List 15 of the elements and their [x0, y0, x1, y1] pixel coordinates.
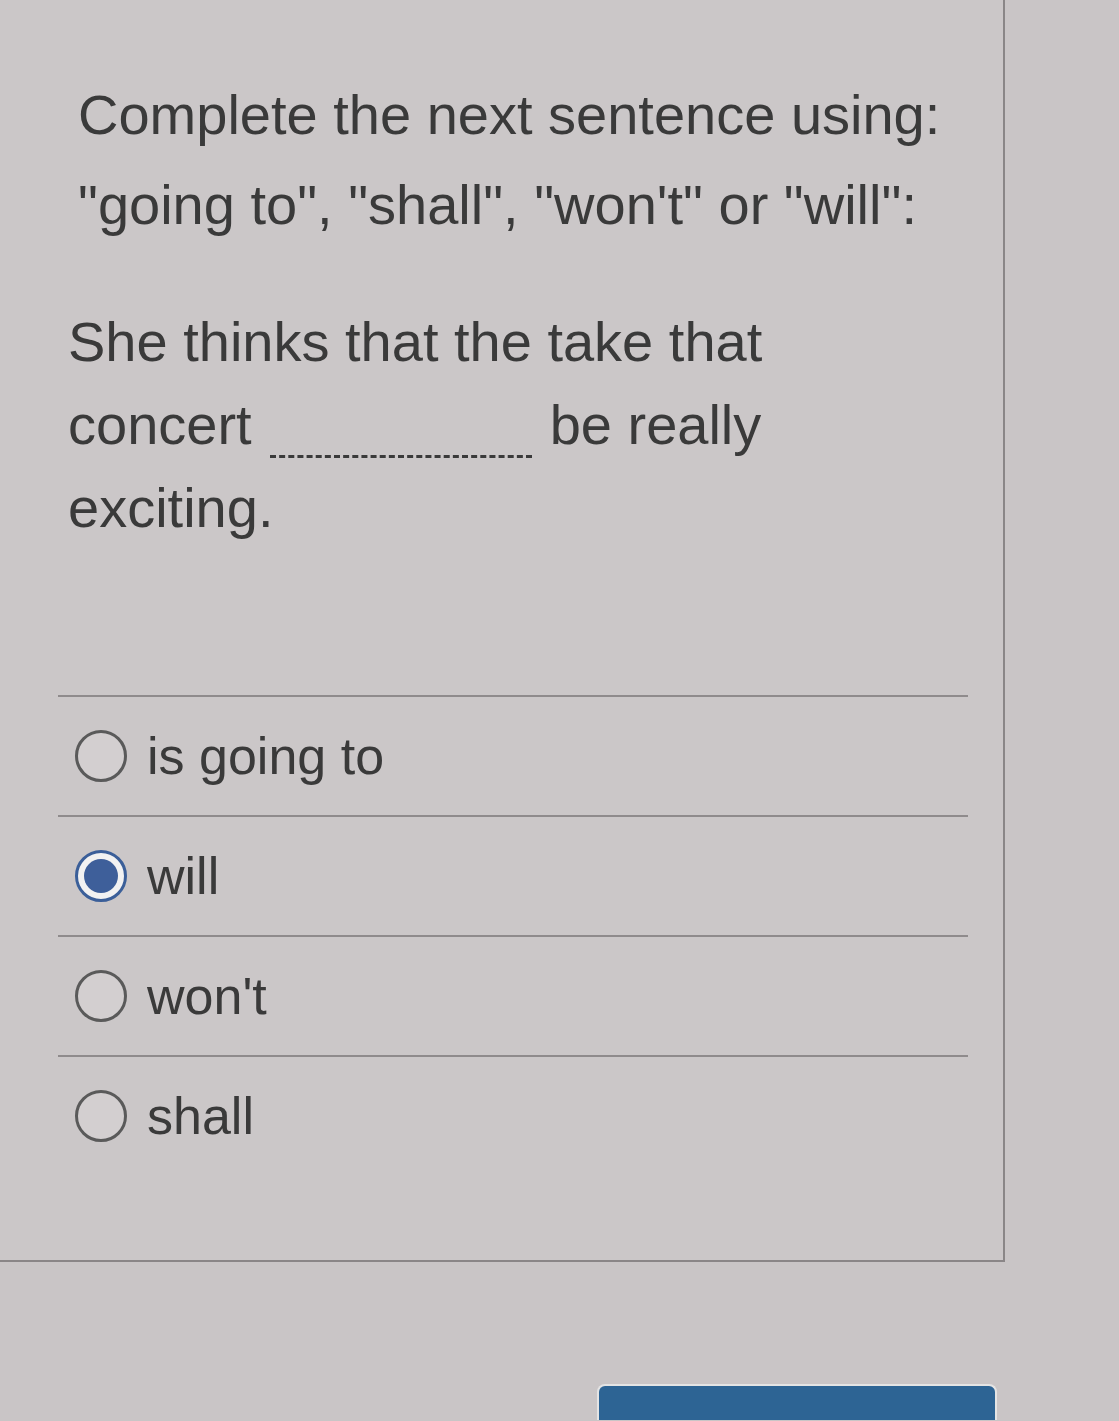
question-text: be really	[549, 392, 762, 458]
question-text: concert	[68, 392, 252, 458]
radio-button[interactable]	[75, 730, 127, 782]
instruction-text: Complete the next sentence using:	[78, 82, 941, 148]
radio-button[interactable]	[75, 970, 127, 1022]
option-label[interactable]: shall	[147, 1086, 254, 1146]
question-text: She thinks that the take that	[68, 309, 763, 375]
instruction-text: "going to", "shall", "won't" or "will":	[78, 172, 917, 238]
action-button[interactable]	[597, 1384, 997, 1420]
option-label[interactable]: won't	[147, 966, 267, 1026]
option-label[interactable]: is going to	[147, 726, 385, 786]
question-text: exciting.	[68, 475, 274, 541]
radio-button[interactable]	[75, 850, 127, 902]
radio-button[interactable]	[75, 1090, 127, 1142]
option-label[interactable]: will	[147, 846, 220, 906]
